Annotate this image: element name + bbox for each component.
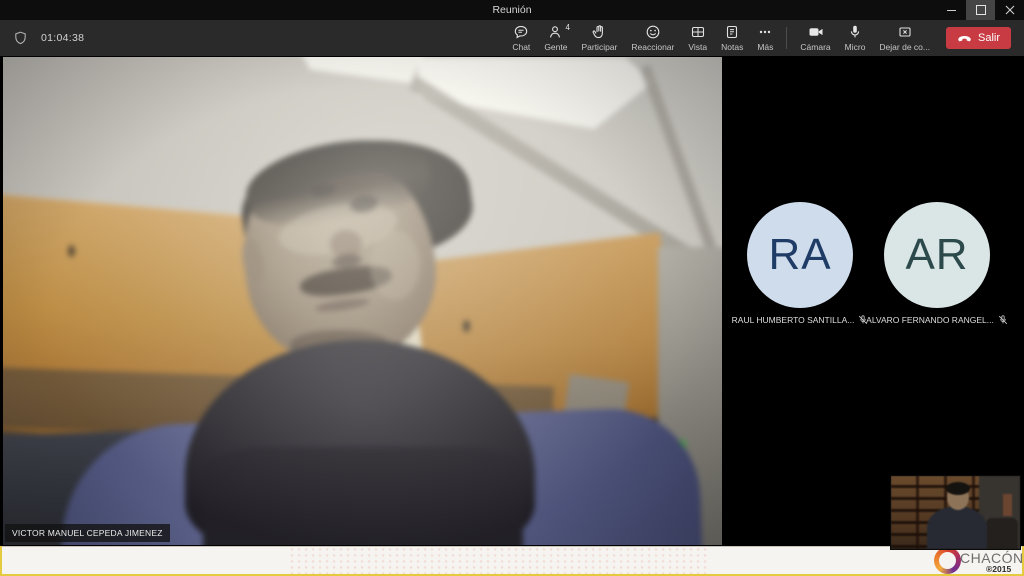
stop-sharing-icon: [897, 24, 913, 40]
meeting-stage: VICTOR MANUEL CEPEDA JIMENEZ RA RAUL HUM…: [0, 56, 1024, 546]
chat-button[interactable]: Chat: [505, 20, 537, 56]
window-controls: [937, 0, 1024, 20]
stop-sharing-button[interactable]: Dejar de co...: [872, 20, 937, 56]
more-label: Más: [757, 42, 773, 52]
raise-hand-label: Participar: [581, 42, 617, 52]
leave-label: Salir: [978, 32, 1000, 44]
minimize-button[interactable]: [937, 0, 966, 20]
brand-logo: JULIO CHACÓN ®2015: [906, 546, 1018, 576]
avatar: AR: [884, 202, 990, 308]
avatar-initials: RA: [768, 230, 831, 280]
maximize-icon: [976, 5, 986, 15]
strip-border-left: [0, 546, 2, 576]
shield-icon: [13, 30, 28, 46]
people-button[interactable]: 4 Gente: [537, 20, 574, 56]
camera-label: Cámara: [800, 42, 830, 52]
meeting-toolbar: 01:04:38 Chat 4: [0, 20, 1024, 56]
raise-hand-button[interactable]: Participar: [574, 20, 624, 56]
people-icon: 4: [548, 24, 564, 40]
toolbar-divider: [786, 27, 787, 49]
toolbar-left: 01:04:38: [13, 30, 84, 46]
participant-tile[interactable]: RA RAUL HUMBERTO SANTILLA...: [739, 202, 861, 325]
participant-name: RAUL HUMBERTO SANTILLA...: [732, 315, 855, 325]
self-view-video[interactable]: [890, 475, 1021, 550]
more-button[interactable]: Más: [750, 20, 780, 56]
chat-bubble-icon: [513, 24, 529, 40]
mic-muted-icon: [998, 315, 1008, 325]
people-count-badge: 4: [565, 23, 569, 32]
toolbar-right: Chat 4 Gente Participar: [505, 20, 1024, 56]
titlebar: Reunión: [0, 0, 1024, 20]
participant-tile[interactable]: AR ALVARO FERNANDO RANGEL...: [876, 202, 998, 325]
meeting-timer: 01:04:38: [41, 32, 84, 44]
microphone-icon: [847, 24, 863, 40]
chat-label: Chat: [512, 42, 530, 52]
people-label: Gente: [544, 42, 567, 52]
react-label: Reaccionar: [631, 42, 674, 52]
minimize-icon: [947, 10, 956, 11]
close-icon: [1005, 5, 1015, 15]
stop-sharing-label: Dejar de co...: [879, 42, 930, 52]
mic-label: Micro: [845, 42, 866, 52]
self-view-scene: [891, 476, 1020, 549]
react-button[interactable]: Reaccionar: [624, 20, 681, 56]
brand-year-text: ®2015: [986, 564, 1011, 574]
main-speaker-video[interactable]: VICTOR MANUEL CEPEDA JIMENEZ: [3, 57, 722, 545]
participant-name: ALVARO FERNANDO RANGEL...: [866, 315, 994, 325]
leave-button[interactable]: Salir: [946, 27, 1011, 49]
notes-label: Notas: [721, 42, 743, 52]
camera-button[interactable]: Cámara: [793, 20, 837, 56]
camera-icon: [808, 24, 824, 40]
more-dots-icon: [757, 24, 773, 40]
avatar: RA: [747, 202, 853, 308]
avatar-initials: AR: [905, 230, 968, 280]
speaker-name-label: VICTOR MANUEL CEPEDA JIMENEZ: [5, 524, 170, 542]
raised-hand-icon: [591, 24, 607, 40]
close-button[interactable]: [995, 0, 1024, 20]
notes-icon: [724, 24, 740, 40]
view-label: Vista: [688, 42, 707, 52]
smiley-icon: [645, 24, 661, 40]
brand-ring-icon: [934, 547, 961, 574]
notes-button[interactable]: Notas: [714, 20, 750, 56]
maximize-button[interactable]: [966, 0, 995, 20]
view-button[interactable]: Vista: [681, 20, 714, 56]
mic-button[interactable]: Micro: [838, 20, 873, 56]
phone-hangup-icon: [957, 32, 972, 44]
window-title: Reunión: [492, 4, 531, 16]
strip-texture: [290, 547, 710, 574]
webcam-scene: [3, 57, 722, 545]
grid-view-icon: [690, 24, 706, 40]
background-window-strip: JULIO CHACÓN ®2015: [0, 546, 1024, 576]
teams-meeting-window: Reunión 01:04:38: [0, 0, 1024, 576]
